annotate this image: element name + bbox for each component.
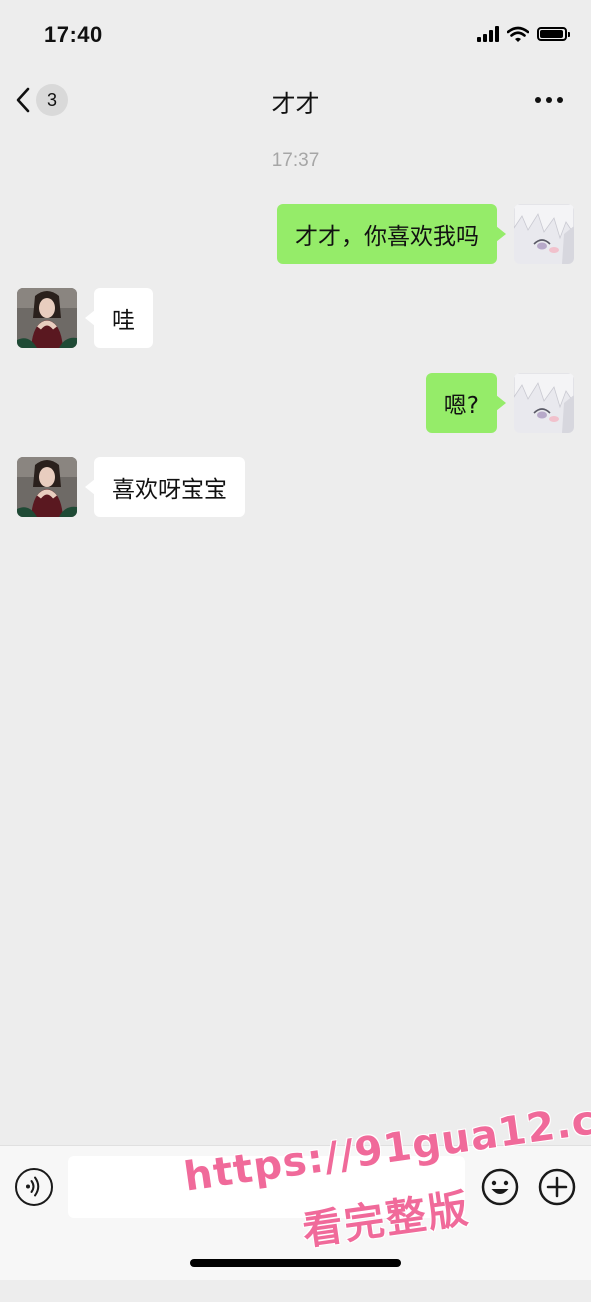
message-row-outgoing: 嗯? [0, 373, 591, 433]
battery-level [540, 30, 563, 38]
plus-icon [538, 1168, 576, 1206]
voice-button[interactable] [15, 1168, 53, 1206]
chat-title: 才才 [271, 90, 320, 118]
message-bubble[interactable]: 才才，你喜欢我吗 [277, 204, 506, 264]
more-dot [546, 97, 552, 103]
more-button[interactable] [529, 88, 569, 112]
more-actions-button[interactable] [538, 1168, 576, 1206]
anime-white-hair-avatar[interactable] [514, 373, 574, 433]
message-row-incoming: 喜欢呀宝宝 [0, 457, 591, 517]
cellular-signal-icon [477, 26, 499, 42]
message-row-incoming: 哇 [0, 288, 591, 348]
message-row-outgoing: 才才，你喜欢我吗 [0, 204, 591, 264]
status-bar: 17:40 [0, 0, 591, 70]
wifi-icon [507, 26, 529, 42]
voice-icon [26, 1176, 40, 1197]
status-icons [477, 24, 570, 44]
message-timestamp: 17:37 [271, 150, 320, 171]
emoji-icon [481, 1168, 519, 1206]
message-list[interactable]: 17:37 才才，你喜欢我吗 哇 嗯? 喜欢呀宝宝 [0, 130, 591, 1145]
emoji-button[interactable] [481, 1168, 519, 1206]
chat-header: 3 才才 [0, 70, 591, 130]
message-input[interactable] [68, 1156, 465, 1218]
more-dot [557, 97, 563, 103]
battery-icon [537, 27, 570, 41]
anime-white-hair-avatar[interactable] [514, 204, 574, 264]
status-time: 17:40 [44, 22, 103, 47]
message-bubble[interactable]: 喜欢呀宝宝 [85, 457, 245, 517]
more-dot [535, 97, 541, 103]
message-bubble[interactable]: 嗯? [425, 373, 507, 433]
message-bubble[interactable]: 哇 [85, 288, 153, 348]
woman-portrait-avatar[interactable] [17, 457, 77, 517]
woman-portrait-avatar[interactable] [17, 288, 77, 348]
home-indicator[interactable] [190, 1259, 401, 1267]
